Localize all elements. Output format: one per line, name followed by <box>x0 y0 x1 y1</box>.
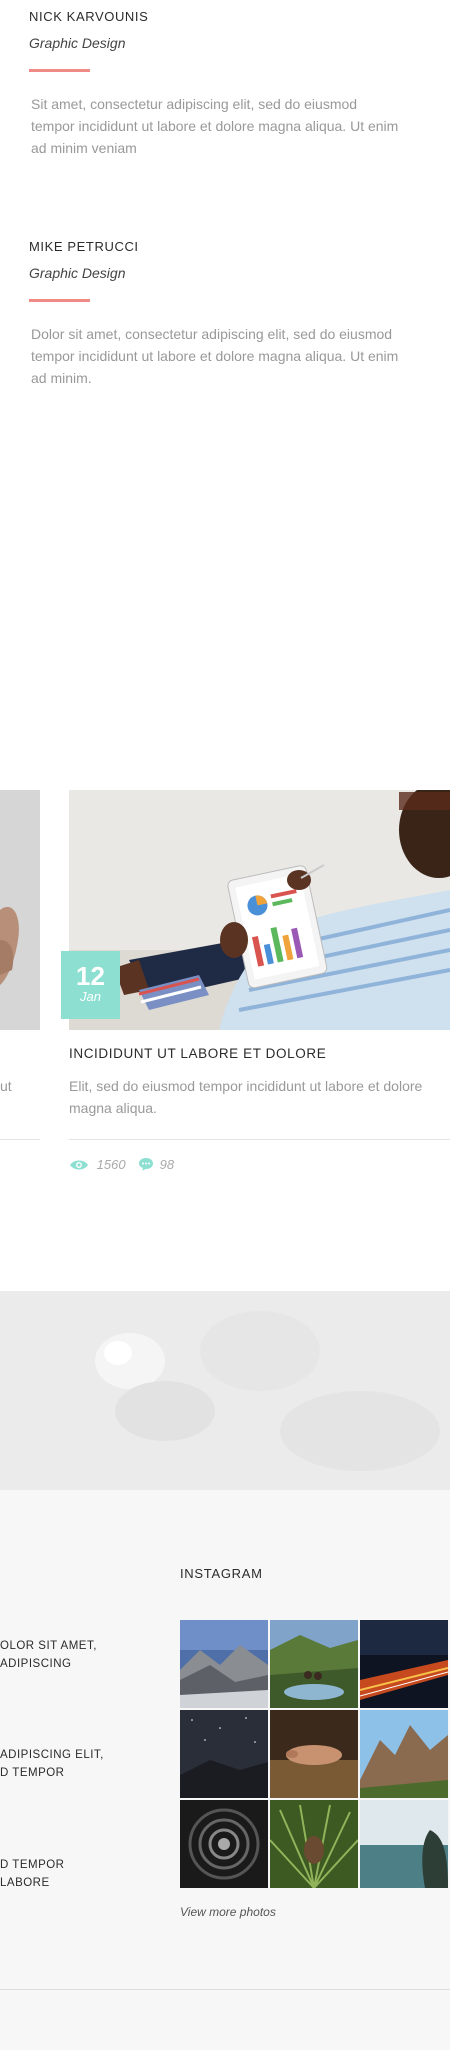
post-views: 1560 <box>69 1157 126 1174</box>
post-comments[interactable]: 98 <box>138 1157 174 1174</box>
post-divider <box>69 1139 450 1140</box>
previous-post-image[interactable] <box>0 790 40 1030</box>
eye-icon <box>69 1159 89 1174</box>
parallax-background <box>0 1291 450 1490</box>
post-date-month: Jan <box>80 989 101 1004</box>
recent-post-link[interactable]: OLOR SIT AMET, ADIPISCING <box>0 1637 97 1673</box>
instagram-photo[interactable] <box>360 1800 448 1888</box>
instagram-photo[interactable] <box>180 1620 268 1708</box>
instagram-photo[interactable] <box>360 1620 448 1708</box>
post-date-badge: 12 Jan <box>61 951 120 1019</box>
instagram-photo[interactable] <box>360 1710 448 1798</box>
footer-divider <box>0 1989 450 1990</box>
post-excerpt: Elit, sed do eiusmod tempor incididunt u… <box>69 1078 423 1116</box>
accent-divider <box>29 69 90 72</box>
recent-post-title-line: D TEMPOR <box>0 1859 65 1871</box>
member-role: Graphic Design <box>29 35 126 51</box>
recent-post-link[interactable]: ADIPISCING ELIT, D TEMPOR <box>0 1746 104 1782</box>
recent-post-title-line: LABORE <box>0 1877 50 1889</box>
views-count: 1560 <box>96 1157 126 1172</box>
recent-post-title-line: D TEMPOR <box>0 1767 65 1779</box>
recent-post-title-line: ADIPISCING ELIT, <box>0 1749 104 1761</box>
member-bio: Dolor sit amet, consectetur adipiscing e… <box>31 326 399 386</box>
comments-count: 98 <box>159 1157 175 1172</box>
accent-divider <box>29 299 90 302</box>
member-name: NICK KARVOUNIS <box>29 9 149 24</box>
instagram-photo[interactable] <box>180 1800 268 1888</box>
member-name: MIKE PETRUCCI <box>29 239 139 254</box>
instagram-grid <box>180 1620 450 1888</box>
instagram-photo[interactable] <box>270 1710 358 1798</box>
instagram-photo[interactable] <box>270 1620 358 1708</box>
post-date-day: 12 <box>76 961 105 991</box>
instagram-photo[interactable] <box>180 1710 268 1798</box>
member-role: Graphic Design <box>29 265 126 281</box>
recent-post-link[interactable]: D TEMPOR LABORE <box>0 1856 65 1892</box>
previous-post-divider <box>0 1139 40 1140</box>
recent-post-title-line: OLOR SIT AMET, <box>0 1640 97 1652</box>
instagram-photo[interactable] <box>270 1800 358 1888</box>
comment-icon <box>138 1157 154 1174</box>
recent-post-title-line: ADIPISCING <box>0 1658 72 1670</box>
member-bio: Sit amet, consectetur adipiscing elit, s… <box>31 96 399 156</box>
instagram-heading: INSTAGRAM <box>180 1566 263 1581</box>
view-more-photos-link[interactable]: View more photos <box>180 1905 276 1919</box>
previous-post-excerpt: ut <box>0 1078 12 1094</box>
post-image[interactable] <box>69 790 450 1030</box>
post-title[interactable]: INCIDIDUNT UT LABORE ET DOLORE <box>69 1046 326 1061</box>
